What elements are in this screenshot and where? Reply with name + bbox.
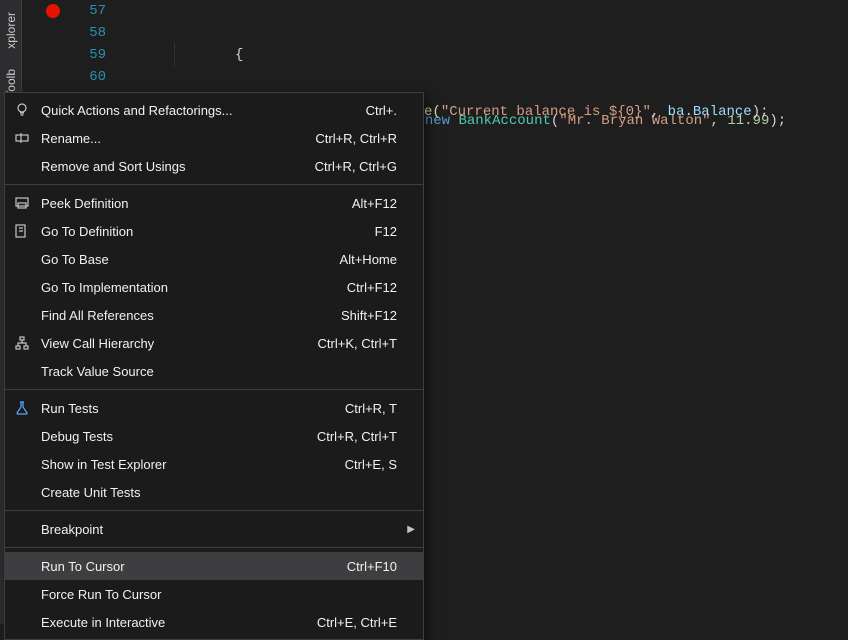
menu-shortcut: Ctrl+F12 — [347, 280, 415, 295]
menu-label: Find All References — [35, 308, 341, 323]
menu-item-quick-actions-and-refactorings[interactable]: Quick Actions and Refactorings...Ctrl+. — [5, 96, 423, 124]
menu-shortcut: Ctrl+K, Ctrl+T — [318, 336, 415, 351]
menu-item-go-to-definition[interactable]: Go To DefinitionF12 — [5, 217, 423, 245]
menu-label: Run To Cursor — [35, 559, 347, 574]
menu-shortcut: Ctrl+R, Ctrl+R — [315, 131, 415, 146]
menu-shortcut: Alt+Home — [340, 252, 415, 267]
menu-label: Run Tests — [35, 401, 345, 416]
menu-item-find-all-references[interactable]: Find All ReferencesShift+F12 — [5, 301, 423, 329]
context-menu: Quick Actions and Refactorings...Ctrl+.R… — [4, 92, 424, 640]
menu-label: Show in Test Explorer — [35, 457, 345, 472]
menu-item-force-run-to-cursor[interactable]: Force Run To Cursor — [5, 580, 423, 608]
menu-item-run-tests[interactable]: Run TestsCtrl+R, T — [5, 394, 423, 422]
line-number: 58 — [64, 22, 106, 44]
menu-label: Remove and Sort Usings — [35, 159, 315, 174]
menu-item-rename[interactable]: Rename...Ctrl+R, Ctrl+R — [5, 124, 423, 152]
breakpoint-icon[interactable] — [46, 4, 60, 18]
menu-shortcut: Ctrl+R, Ctrl+G — [315, 159, 415, 174]
menu-label: View Call Hierarchy — [35, 336, 318, 351]
brace: { — [235, 47, 243, 63]
menu-label: Create Unit Tests — [35, 485, 397, 500]
menu-item-peek-definition[interactable]: Peek DefinitionAlt+F12 — [5, 189, 423, 217]
menu-separator — [5, 510, 423, 511]
menu-shortcut: Shift+F12 — [341, 308, 415, 323]
menu-item-debug-tests[interactable]: Debug TestsCtrl+R, Ctrl+T — [5, 422, 423, 450]
line-number: 57 — [64, 0, 106, 22]
menu-item-go-to-base[interactable]: Go To BaseAlt+Home — [5, 245, 423, 273]
peek-icon — [9, 195, 35, 211]
menu-item-show-in-test-explorer[interactable]: Show in Test ExplorerCtrl+E, S — [5, 450, 423, 478]
menu-item-run-to-cursor[interactable]: Run To CursorCtrl+F10 — [5, 552, 423, 580]
menu-label: Debug Tests — [35, 429, 317, 444]
menu-label: Execute in Interactive — [35, 615, 317, 630]
menu-shortcut: Ctrl+E, S — [345, 457, 415, 472]
menu-label: Go To Base — [35, 252, 340, 267]
menu-label: Peek Definition — [35, 196, 352, 211]
token-punct: ); — [769, 113, 786, 129]
hierarchy-icon — [9, 335, 35, 351]
bulb-icon — [9, 102, 35, 118]
menu-shortcut: Ctrl+. — [366, 103, 415, 118]
menu-separator — [5, 547, 423, 548]
code-fragment: e("Current balance is ${0}", ba.Balance)… — [424, 104, 769, 120]
tab-explorer[interactable]: xplorer — [2, 2, 20, 59]
line-number: 59 — [64, 44, 106, 66]
menu-separator — [5, 184, 423, 185]
menu-shortcut: F12 — [375, 224, 415, 239]
menu-shortcut: Ctrl+R, T — [345, 401, 415, 416]
menu-label: Track Value Source — [35, 364, 397, 379]
flask-icon — [9, 400, 35, 416]
menu-shortcut: Ctrl+R, Ctrl+T — [317, 429, 415, 444]
menu-item-view-call-hierarchy[interactable]: View Call HierarchyCtrl+K, Ctrl+T — [5, 329, 423, 357]
menu-item-remove-and-sort-usings[interactable]: Remove and Sort UsingsCtrl+R, Ctrl+G — [5, 152, 423, 180]
rename-icon — [9, 130, 35, 146]
menu-shortcut: Ctrl+E, Ctrl+E — [317, 615, 415, 630]
menu-label: Force Run To Cursor — [35, 587, 397, 602]
menu-item-go-to-implementation[interactable]: Go To ImplementationCtrl+F12 — [5, 273, 423, 301]
menu-label: Go To Implementation — [35, 280, 347, 295]
menu-item-track-value-source[interactable]: Track Value Source — [5, 357, 423, 385]
menu-label: Rename... — [35, 131, 315, 146]
menu-separator — [5, 389, 423, 390]
submenu-arrow-icon: ▶ — [407, 524, 415, 535]
menu-shortcut: Ctrl+F10 — [347, 559, 415, 574]
line-number: 60 — [64, 66, 106, 88]
menu-item-breakpoint[interactable]: Breakpoint ▶ — [5, 515, 423, 543]
menu-label: Quick Actions and Refactorings... — [35, 103, 366, 118]
menu-label: Go To Definition — [35, 224, 375, 239]
menu-item-create-unit-tests[interactable]: Create Unit Tests — [5, 478, 423, 506]
menu-shortcut: Alt+F12 — [352, 196, 415, 211]
goto-icon — [9, 223, 35, 239]
menu-item-execute-in-interactive[interactable]: Execute in InteractiveCtrl+E, Ctrl+E — [5, 608, 423, 636]
menu-label: Breakpoint — [35, 522, 397, 537]
